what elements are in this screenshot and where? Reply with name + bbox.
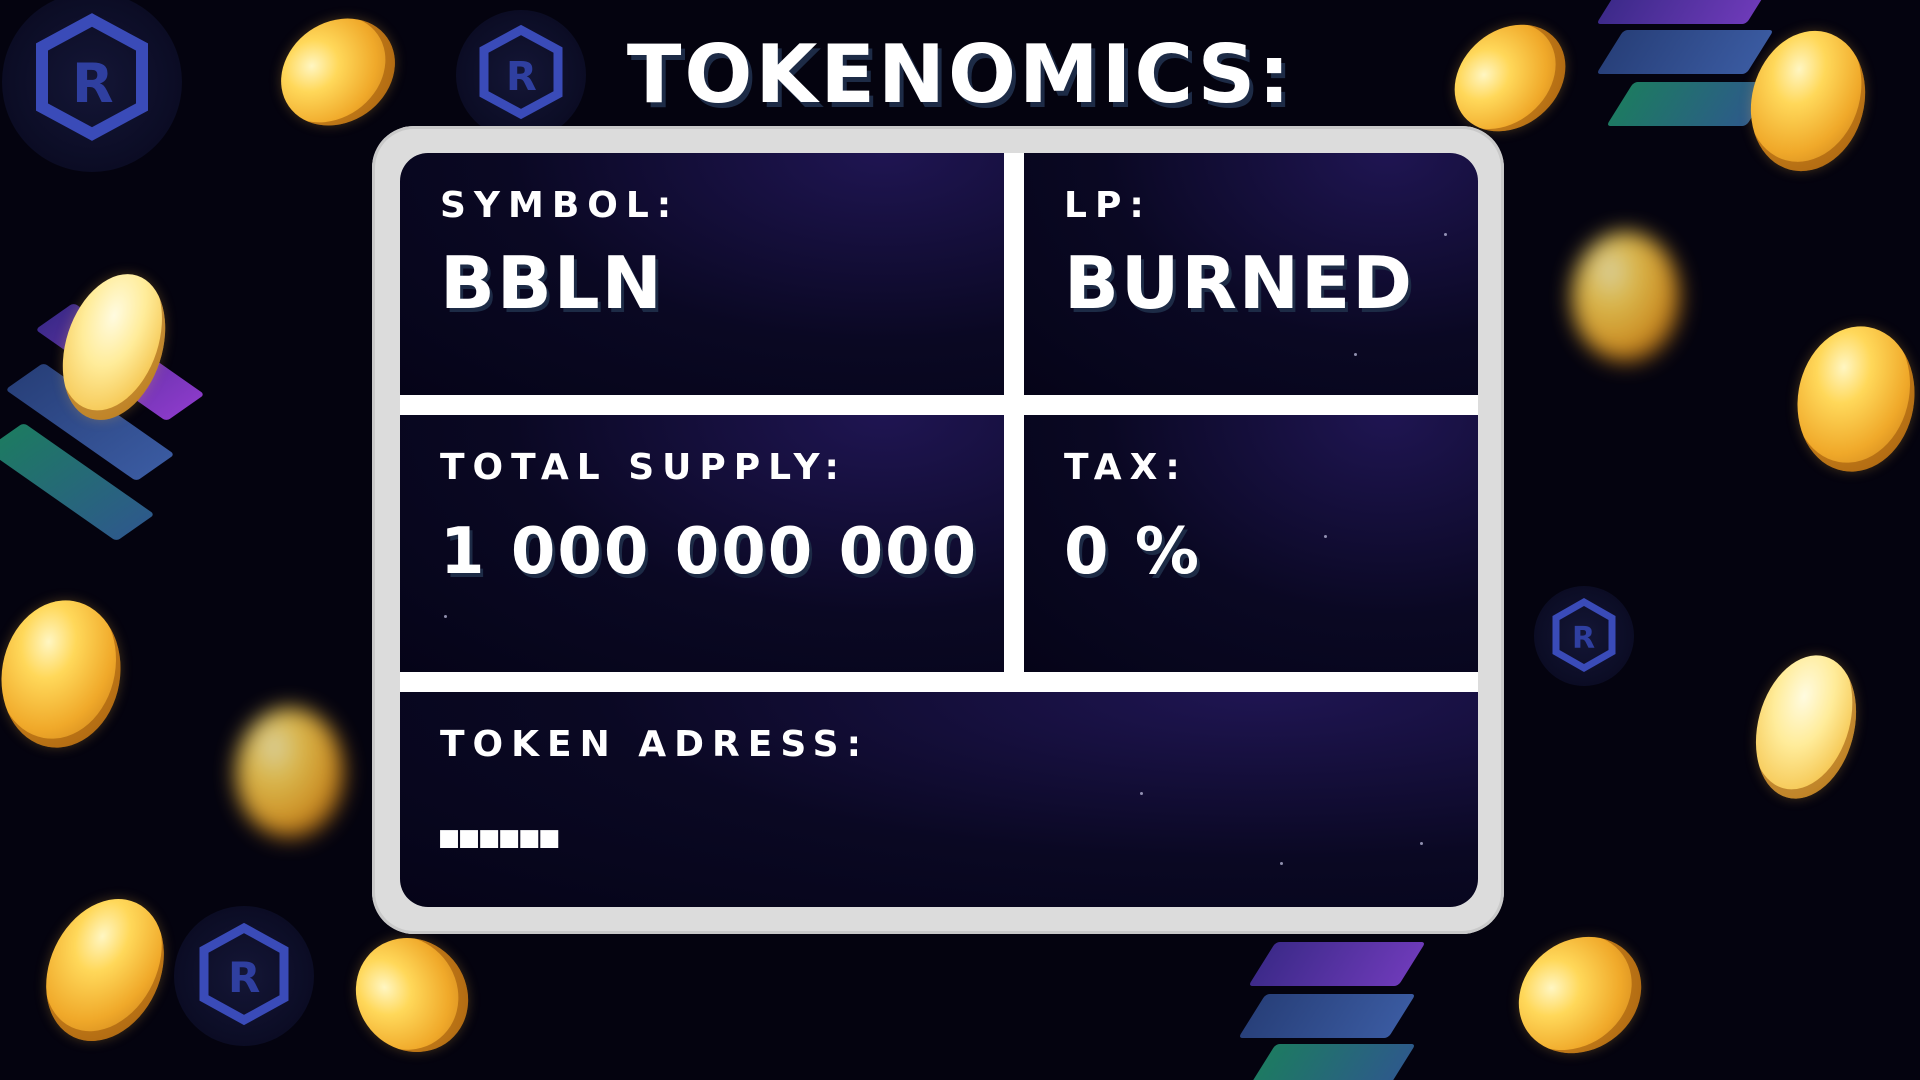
lp-label: LP: [1064,185,1152,226]
gold-coin-icon [0,590,132,758]
solana-stripes-icon [1248,942,1426,986]
solana-stripes-icon [1248,1044,1416,1080]
gold-coin-icon [1740,644,1872,810]
symbol-value: BBLN [440,241,664,325]
star [444,615,447,618]
gold-coin-icon [1496,913,1664,1077]
lp-value: BURNED [1064,241,1414,325]
star [1140,792,1143,795]
svg-text:R: R [1572,621,1595,656]
token-address-label: TOKEN ADRESS: [440,724,870,765]
gold-coin-icon [23,879,187,1061]
lp-card: LP: BURNED [1024,153,1478,395]
page-title: TOKENOMICS: [626,28,1294,121]
hexagon-r-logo-icon: R [1534,586,1634,686]
hexagon-r-logo-icon: R [174,906,314,1046]
star [1354,353,1357,356]
total-supply-card: TOTAL SUPPLY: 1 000 000 000 [400,415,1004,672]
symbol-label: SYMBOL: [440,185,680,226]
star [1444,233,1447,236]
tokenomics-panel: SYMBOL: BBLN LP: BURNED TOTAL SUPPLY: 1 … [400,153,1478,907]
gold-coin-icon [1572,232,1680,362]
total-supply-value: 1 000 000 000 [440,515,979,589]
gold-coin-icon [236,708,344,838]
svg-text:R: R [228,953,260,1002]
solana-stripes-icon [1596,0,1774,24]
token-address-card: TOKEN ADRESS: ■■■■■■ [400,692,1478,907]
solana-stripes-icon [1238,994,1416,1038]
token-address-value[interactable]: ■■■■■■ [440,820,560,855]
symbol-card: SYMBOL: BBLN [400,153,1004,395]
gold-coin-icon [332,915,492,1075]
gold-coin-icon [1786,317,1920,481]
total-supply-label: TOTAL SUPPLY: [440,447,847,488]
star [1280,862,1283,865]
tax-card: TAX: 0 % [1024,415,1478,672]
star [1324,535,1327,538]
tax-value: 0 % [1064,515,1201,589]
tax-label: TAX: [1064,447,1188,488]
star [1420,842,1423,845]
